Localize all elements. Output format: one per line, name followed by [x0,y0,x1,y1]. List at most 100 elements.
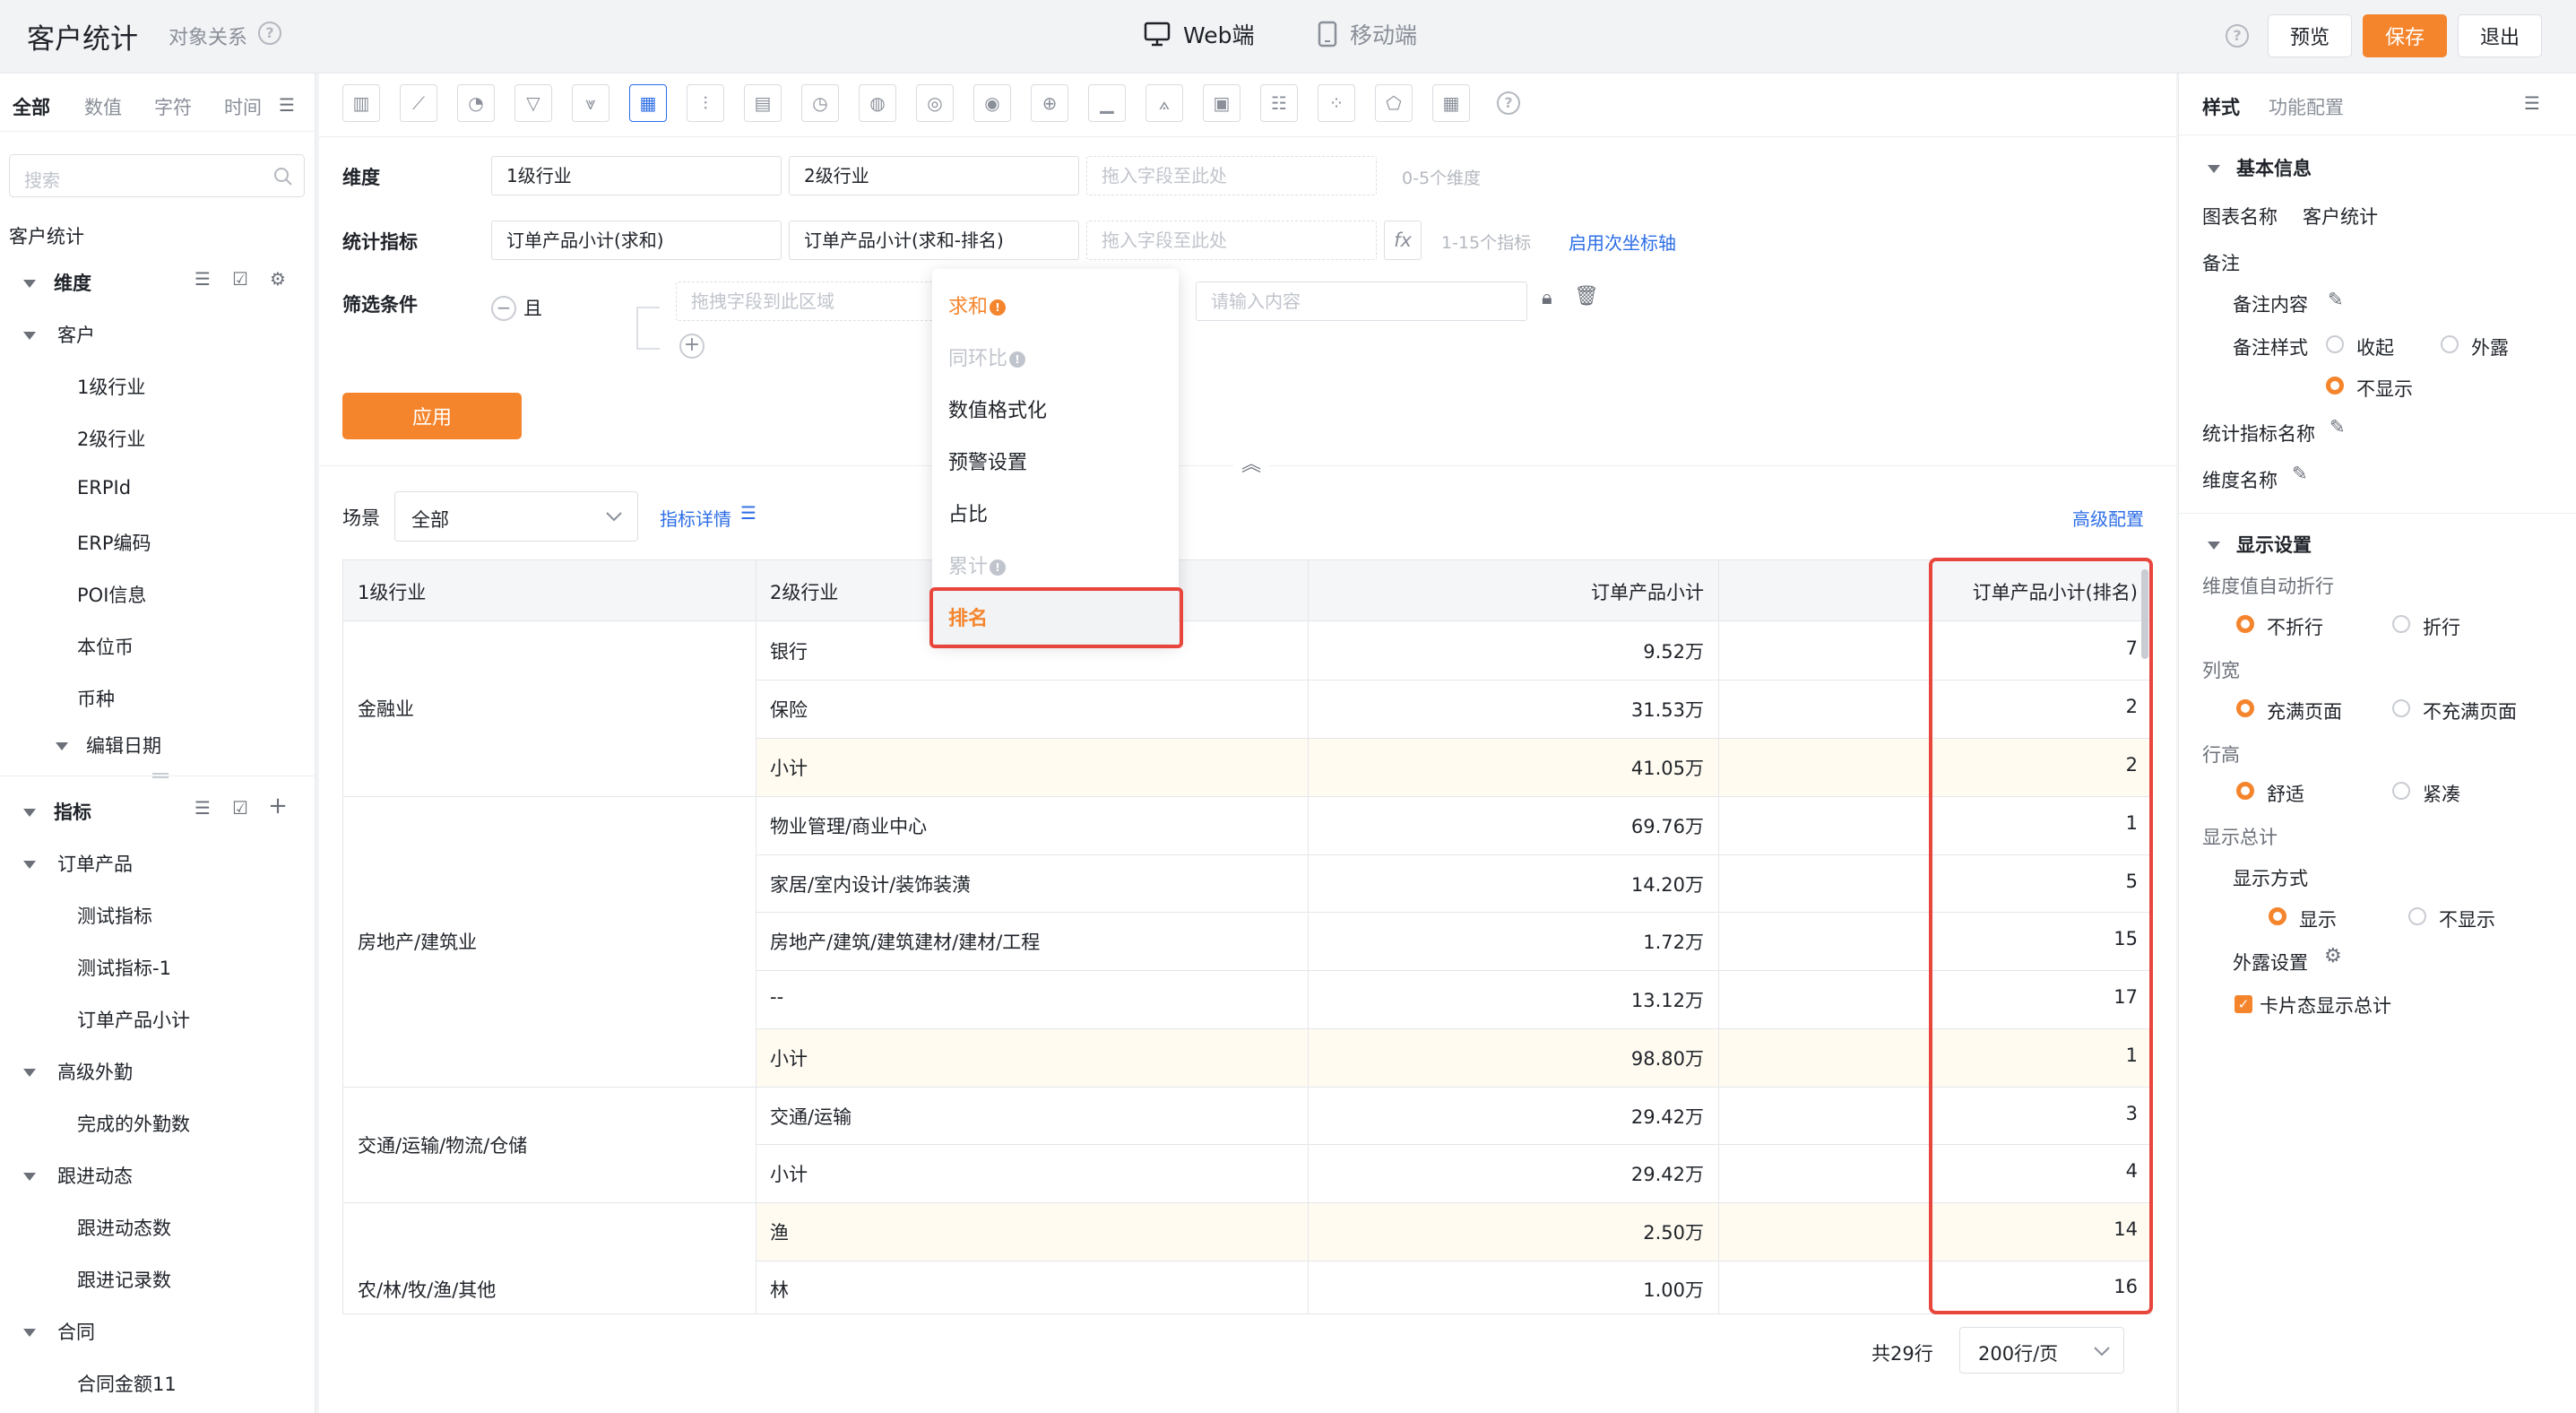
collapse-caret-icon[interactable] [23,332,36,340]
radio-no-wrap[interactable] [2236,615,2254,633]
edit-icon[interactable]: ✎ [2330,416,2346,438]
tree-item[interactable]: 1级行业 [77,373,145,400]
collapse-caret-icon[interactable] [23,280,36,288]
add-condition-icon[interactable]: + [679,334,705,359]
radio-collapse[interactable] [2326,335,2344,353]
card-total-checkbox[interactable]: ✓ [2235,995,2252,1013]
collapse-caret-icon[interactable] [23,1069,36,1077]
funnel-alt-icon[interactable]: ⩔ [572,84,609,122]
indent-list-icon[interactable]: ☰ [192,269,213,289]
apply-button[interactable]: 应用 [342,393,522,439]
tree-item[interactable]: 合同金额11 [77,1370,177,1397]
settings-icon[interactable]: ⚙ [2324,945,2342,967]
radio-wrap[interactable] [2392,615,2410,633]
tab-function-config[interactable]: 功能配置 [2269,93,2344,120]
tree-item[interactable]: 测试指标-1 [77,954,171,981]
dimension-drop-zone[interactable]: 拖入字段至此处 [1086,156,1377,195]
lock-icon[interactable]: 🔒︎ [1542,287,1552,309]
bar-chart-icon[interactable]: ▥ [342,84,380,122]
radio-no-fill[interactable] [2392,699,2410,717]
filter-value-input[interactable]: 请输入内容 [1196,282,1527,321]
radio-compact[interactable] [2392,782,2410,800]
table-chart-icon[interactable]: ▦ [629,84,667,122]
collapse-up-icon[interactable]: ︽ [1233,452,1269,479]
tab-time[interactable]: 时间 [224,93,262,120]
chart-name-value[interactable]: 客户统计 [2303,203,2378,230]
tree-item[interactable]: 测试指标 [77,902,152,929]
indent-list-icon[interactable]: ☰ [192,798,213,818]
scatter-chart-icon[interactable]: ⁘ [1318,84,1355,122]
collapse-caret-icon[interactable] [2208,165,2220,173]
list-icon[interactable]: ☰ [740,502,756,524]
tree-item[interactable]: ERPId [77,477,131,498]
tab-web[interactable]: Web端 [1144,18,1255,50]
list-menu-icon[interactable]: ☰ [276,95,298,115]
collapse-caret-icon[interactable] [23,809,36,817]
funnel-chart-icon[interactable]: ▽ [514,84,552,122]
search-icon[interactable] [273,167,293,186]
formula-fx-button[interactable]: fx [1384,221,1422,260]
tree-item-edit-date[interactable]: 编辑日期 [86,732,161,759]
tree-group-follow[interactable]: 跟进动态 [57,1162,133,1189]
collapse-caret-icon[interactable] [23,861,36,869]
metric-drop-zone[interactable]: 拖入字段至此处 [1086,221,1377,260]
radio-comfortable[interactable] [2236,782,2254,800]
radio-expose[interactable] [2441,335,2459,353]
radio-show[interactable] [2269,907,2286,925]
tree-item[interactable]: 本位币 [77,633,134,660]
settings-icon[interactable]: ⚙ [267,269,289,289]
trash-icon[interactable]: 🗑︎ [1574,285,1599,308]
tree-item[interactable]: 币种 [77,685,115,712]
tree-item[interactable]: 2级行业 [77,425,145,452]
tree-group-customer[interactable]: 客户 [57,321,95,348]
tree-item[interactable]: 订单产品小计 [77,1006,190,1033]
pie-chart-icon[interactable]: ◔ [457,84,495,122]
page-size-select[interactable]: 200行/页 [1959,1327,2124,1374]
checklist-icon[interactable]: ☑ [229,269,251,289]
collapse-caret-icon[interactable] [23,1329,36,1337]
radio-fill-page[interactable] [2236,699,2254,717]
resize-handle[interactable] [152,773,169,778]
globe-chart-icon[interactable]: ◉ [973,84,1011,122]
menu-item-alert[interactable]: 预警设置 [948,446,1027,475]
metric-detail-link[interactable]: 指标详情 [660,505,731,531]
advanced-config-link[interactable]: 高级配置 [2072,505,2144,531]
combo-chart-icon[interactable]: ⫶ [687,84,724,122]
menu-item-sum[interactable]: 求和! [948,290,1007,319]
dimension-field-1[interactable]: 1级行业 [491,156,782,195]
gauge-chart-icon[interactable]: ◷ [801,84,839,122]
object-relation-link[interactable]: 对象关系 [169,22,247,50]
exit-button[interactable]: 退出 [2458,14,2542,57]
menu-item-ratio[interactable]: 占比 [948,498,988,527]
column-chart-icon[interactable]: ▁ [1088,84,1126,122]
map-region-icon[interactable]: ◎ [916,84,954,122]
filter-drop-zone[interactable]: 拖拽字段到此区域 [676,282,950,321]
area-chart-icon[interactable]: ⟑ [1145,84,1183,122]
map-chart-icon[interactable]: ◍ [859,84,896,122]
grid-layout-icon[interactable]: ▦ [1432,84,1470,122]
card-chart-icon[interactable]: ▤ [744,84,782,122]
remove-condition-icon[interactable]: − [491,296,516,321]
tree-item[interactable]: 跟进记录数 [77,1266,171,1293]
dimension-field-2[interactable]: 2级行业 [789,156,1079,195]
radio-hide[interactable] [2326,377,2344,394]
collapse-panel-icon[interactable]: ☰ [2521,93,2543,113]
stack-chart-icon[interactable]: ▣ [1203,84,1240,122]
radio-not-show[interactable] [2408,907,2426,925]
tree-group-contract[interactable]: 合同 [57,1318,95,1345]
tab-mobile[interactable]: 移动端 [1318,18,1417,50]
preview-button[interactable]: 预览 [2268,14,2352,57]
tab-number[interactable]: 数值 [84,93,122,120]
collapse-caret-icon[interactable] [2208,542,2220,550]
tree-item[interactable]: ERP编码 [77,529,151,556]
tree-item[interactable]: 跟进动态数 [77,1214,171,1241]
tree-item[interactable]: POI信息 [77,581,146,608]
search-box[interactable]: 搜索 [9,154,305,197]
checklist-icon[interactable]: ☑ [229,798,251,818]
tab-style[interactable]: 样式 [2202,93,2240,120]
edit-icon[interactable]: ✎ [2292,463,2308,484]
scene-select[interactable]: 全部 [394,491,638,542]
metric-field-1[interactable]: 订单产品小计(求和) [491,221,782,260]
header-cell[interactable]: 订单产品小计(排名) [343,578,2138,605]
edit-icon[interactable]: ✎ [2328,289,2344,310]
